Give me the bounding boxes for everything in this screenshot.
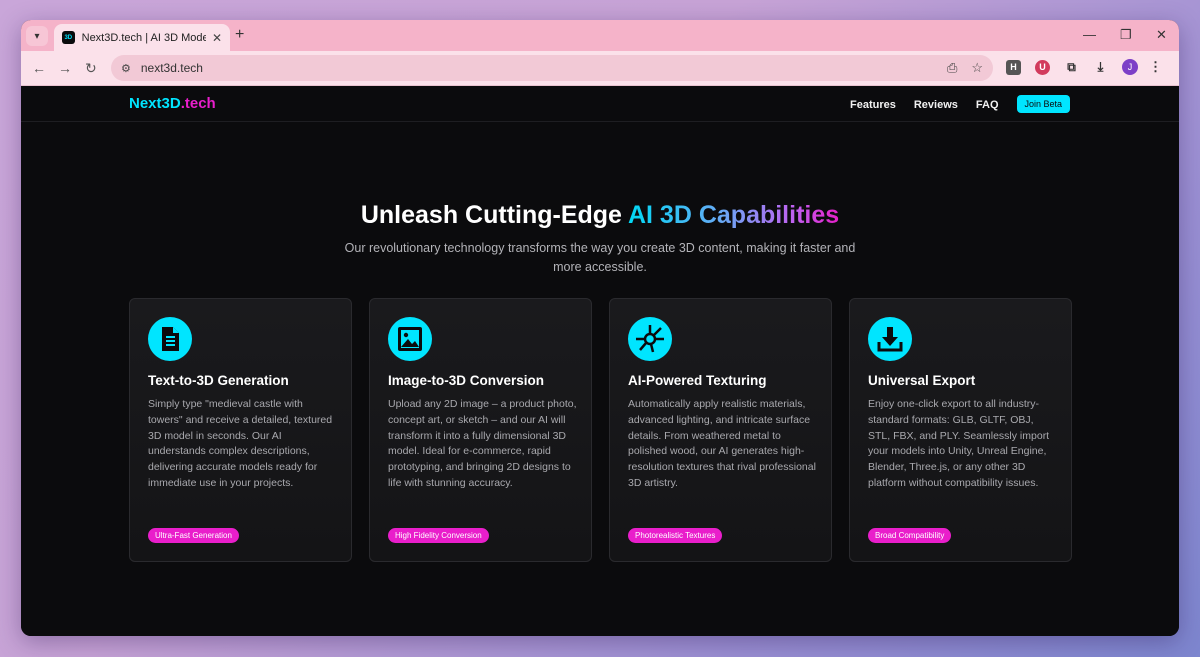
hero-title-plain: Unleash Cutting-Edge xyxy=(360,201,628,229)
logo-primary: Next3D xyxy=(129,95,181,112)
card-tag: High Fidelity Conversion xyxy=(388,528,489,543)
texture-icon xyxy=(628,317,672,361)
extension-h-icon[interactable]: H xyxy=(1006,59,1021,75)
feature-card-image-to-3d: Image-to-3D Conversion Upload any 2D ima… xyxy=(369,298,592,562)
menu-kebab-icon[interactable]: ⋮ xyxy=(1148,59,1163,75)
profile-avatar[interactable]: J xyxy=(1122,59,1138,75)
card-tag: Broad Compatibility xyxy=(868,528,952,543)
feature-card-texturing: AI-Powered Texturing Automatically apply… xyxy=(609,298,832,562)
close-tab-icon[interactable]: ✕ xyxy=(212,31,222,45)
card-description: Automatically apply realistic materials,… xyxy=(628,398,816,489)
address-bar[interactable]: ⚙ next3d.tech ⎙ ☆ xyxy=(111,55,993,81)
card-title: Universal Export xyxy=(868,373,976,388)
site-logo[interactable]: Next3D.tech xyxy=(129,95,216,112)
nav-links: Features Reviews FAQ Join Beta xyxy=(850,95,1071,113)
extensions-puzzle-icon[interactable]: ⧉ xyxy=(1064,60,1079,75)
bookmark-star-icon[interactable]: ☆ xyxy=(971,60,983,76)
close-window-icon[interactable]: ✕ xyxy=(1156,27,1167,43)
browser-tab[interactable]: 3D Next3D.tech | AI 3D Model Gen ✕ xyxy=(54,24,230,51)
logo-secondary: .tech xyxy=(180,95,216,112)
reload-icon[interactable]: ↻ xyxy=(85,60,97,77)
new-tab-button[interactable]: + xyxy=(235,26,244,44)
site-header: Next3D.tech Features Reviews FAQ Join Be… xyxy=(21,86,1179,122)
card-tag: Ultra-Fast Generation xyxy=(148,528,239,543)
site-info-icon[interactable]: ⚙ xyxy=(121,62,131,75)
favicon-icon: 3D xyxy=(62,31,75,44)
shield-extension-icon[interactable]: U xyxy=(1035,59,1050,75)
web-page: Next3D.tech Features Reviews FAQ Join Be… xyxy=(21,86,1179,636)
tab-search-button[interactable]: ▾ xyxy=(26,26,48,46)
back-icon[interactable]: ← xyxy=(32,60,46,76)
chevron-down-icon: ▾ xyxy=(34,30,40,42)
install-app-icon[interactable]: ⎙ xyxy=(947,60,957,76)
download-icon xyxy=(868,317,912,361)
join-beta-button[interactable]: Join Beta xyxy=(1016,95,1071,113)
url-text: next3d.tech xyxy=(140,61,203,75)
tab-title: Next3D.tech | AI 3D Model Gen xyxy=(81,31,206,44)
document-icon xyxy=(148,317,192,361)
card-title: Image-to-3D Conversion xyxy=(388,373,545,388)
nav-reviews[interactable]: Reviews xyxy=(914,99,958,111)
hero-title-gradient: AI 3D Capabilities xyxy=(627,201,840,229)
restore-icon[interactable]: ❐ xyxy=(1120,27,1132,43)
nav-faq[interactable]: FAQ xyxy=(976,99,999,111)
feature-card-text-to-3d: Text-to-3D Generation Simply type "medie… xyxy=(129,298,352,562)
forward-icon[interactable]: → xyxy=(58,60,72,76)
feature-card-export: Universal Export Enjoy one-click export … xyxy=(849,298,1072,562)
card-description: Simply type "medieval castle with towers… xyxy=(148,398,333,489)
tab-strip: ▾ 3D Next3D.tech | AI 3D Model Gen ✕ + —… xyxy=(21,20,1179,51)
card-description: Enjoy one-click export to all industry-s… xyxy=(868,398,1050,489)
minimize-icon[interactable]: — xyxy=(1083,27,1096,42)
nav-features[interactable]: Features xyxy=(850,99,896,111)
card-description: Upload any 2D image – a product photo, c… xyxy=(388,398,577,489)
browser-toolbar: ← → ↻ ⚙ next3d.tech ⎙ ☆ H U ⧉ ⤓ J ⋮ xyxy=(21,51,1179,86)
browser-window: ▾ 3D Next3D.tech | AI 3D Model Gen ✕ + —… xyxy=(21,20,1179,636)
hero-title: Unleash Cutting-Edge AI 3D Capabilities xyxy=(21,201,1179,230)
card-tag: Photorealistic Textures xyxy=(628,528,723,543)
card-title: Text-to-3D Generation xyxy=(148,373,289,388)
download-tray-icon[interactable]: ⤓ xyxy=(1093,59,1108,75)
image-icon xyxy=(388,317,432,361)
card-title: AI-Powered Texturing xyxy=(628,373,767,388)
hero-subtitle: Our revolutionary technology transforms … xyxy=(344,241,856,274)
